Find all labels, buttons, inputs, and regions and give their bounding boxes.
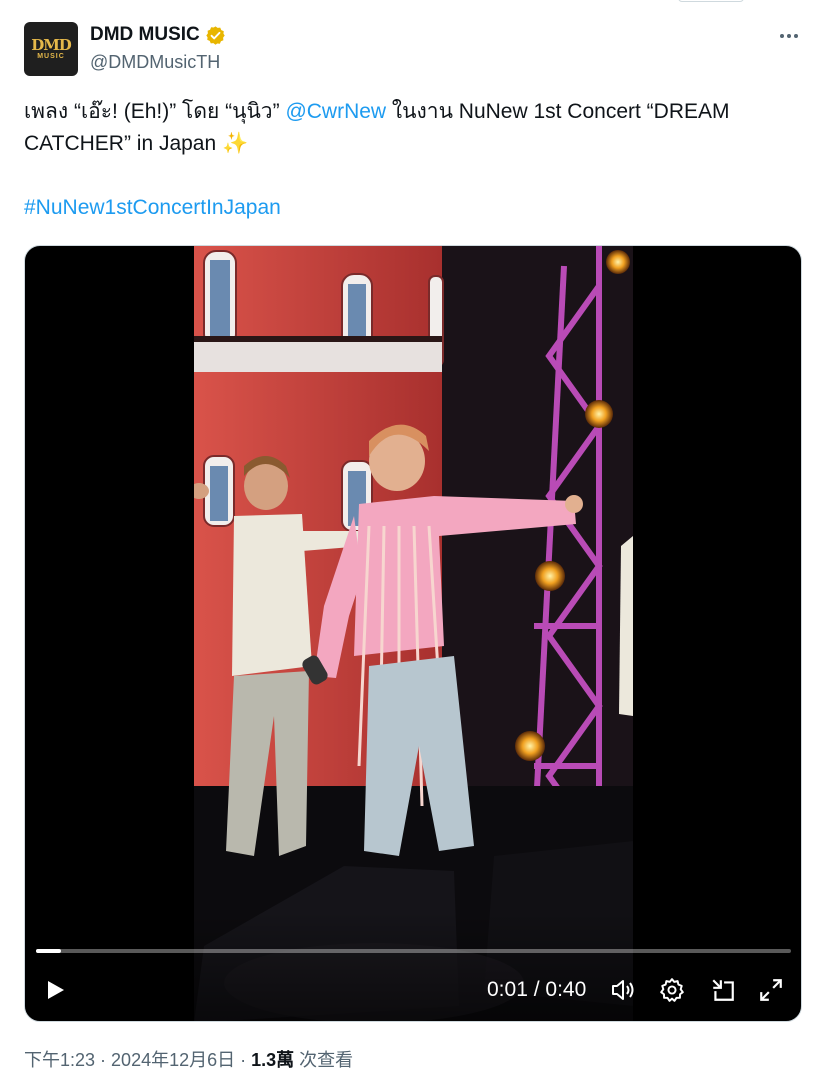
avatar[interactable]: DMD MUSIC [24,22,78,76]
play-icon [48,981,64,999]
avatar-logo-top: DMD [31,36,72,54]
video-frame [194,246,633,1021]
tweet-text: เพลง “เอ๊ะ! (Eh!)” โดย “นุนิว” @CwrNew ใ… [24,96,814,224]
verified-badge-icon [206,25,225,45]
volume-button[interactable] [601,968,645,1012]
current-time: 0:01 [487,978,528,1001]
name-row: DMD MUSIC [90,24,226,46]
play-button[interactable] [33,968,77,1012]
volume-icon [612,980,634,1000]
views-count: 1.3萬 [251,1050,295,1070]
minimize-icon [712,979,734,1001]
post-date[interactable]: 2024年12月6日 [111,1050,235,1070]
meta-separator-2: · [235,1050,252,1070]
tweet-line-2: CATCHER” in Japan ✨ [24,128,814,160]
minimize-button[interactable] [701,968,745,1012]
tweet-meta: 下午1:23 · 2024年12月6日 · 1.3萬 次查看 [24,1046,353,1072]
time-display: 0:01 / 0:40 [487,968,586,1012]
tweet-header: DMD MUSIC DMD MUSIC @DMDMusicTH [24,22,802,78]
display-name[interactable]: DMD MUSIC [90,24,200,46]
mention-link[interactable]: @CwrNew [285,100,386,123]
hashtag-link[interactable]: #NuNew1stConcertInJapan [24,192,814,224]
video-player[interactable]: 0:01 / 0:40 [24,245,802,1022]
tweet-line-1-prefix: เพลง “เอ๊ะ! (Eh!)” โดย “นุนิว” [24,100,286,123]
concert-scene-image [194,246,633,1021]
tweet-line-1-suffix: ในงาน NuNew 1st Concert “DREAM [386,100,730,123]
fullscreen-button[interactable] [749,968,793,1012]
video-controls: 0:01 / 0:40 [25,968,801,1012]
tweet-line-1: เพลง “เอ๊ะ! (Eh!)” โดย “นุนิว” @CwrNew ใ… [24,96,814,128]
post-time[interactable]: 下午1:23 [24,1050,95,1070]
meta-separator-1: · [95,1050,112,1070]
top-pill [678,0,744,2]
progress-bar[interactable] [36,949,791,953]
progress-fill [36,949,61,953]
duration: 0:40 [545,978,587,1001]
more-options-icon[interactable] [776,24,802,48]
settings-icon [660,978,684,1002]
avatar-logo-bottom: MUSIC [37,53,65,60]
settings-button[interactable] [650,968,694,1012]
tweet-line-2-text: CATCHER” in Japan [24,132,223,155]
handle[interactable]: @DMDMusicTH [90,52,220,73]
fullscreen-icon [760,979,782,1001]
time-separator: / [527,978,546,1001]
sparkles-emoji: ✨ [222,132,249,155]
views-label: 次查看 [294,1050,354,1070]
